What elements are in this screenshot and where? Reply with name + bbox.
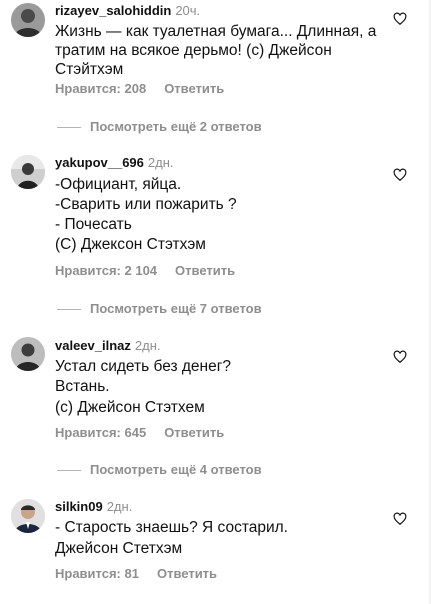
heart-outline-icon[interactable]: [393, 350, 407, 364]
comment-text-line: Устал сидеть без денег?: [55, 358, 232, 375]
comment-text-line: - Почесать: [55, 216, 132, 233]
avatar[interactable]: [11, 3, 45, 37]
username[interactable]: rizayev_salohiddin: [55, 3, 171, 18]
comment-text-line: тратим на всякое дерьмо! (с) Джейсон: [55, 42, 332, 59]
comment-meta: yakupov__696 2дн.: [55, 155, 174, 171]
reply-button[interactable]: Ответить: [157, 566, 217, 581]
view-replies-label: Посмотреть ещё 4 ответов: [90, 462, 262, 477]
comment-actions: Нравится: 2 104 Ответить: [55, 263, 235, 278]
avatar-man-icon: [11, 3, 45, 37]
avatar-person-icon: [11, 155, 45, 189]
divider: [57, 127, 81, 129]
likes-count[interactable]: Нравится: 645: [55, 425, 146, 440]
timestamp: 2дн.: [106, 499, 133, 514]
comment-text-line: Встань.: [55, 378, 110, 395]
comment-text-line: Стэйтхэм: [55, 61, 124, 78]
view-replies-label: Посмотреть ещё 7 ответов: [90, 301, 262, 316]
divider: [57, 309, 81, 311]
reply-button[interactable]: Ответить: [164, 425, 224, 440]
view-replies-label: Посмотреть ещё 2 ответов: [90, 119, 262, 134]
view-replies-button[interactable]: Посмотреть ещё 4 ответов: [57, 462, 262, 477]
timestamp: 2дн.: [134, 338, 161, 353]
comment-text-line: (С) Джексон Стэтхэм: [55, 236, 206, 253]
comment-meta: rizayev_salohiddin 20ч.: [55, 3, 200, 19]
heart-outline-icon[interactable]: [393, 168, 407, 182]
comment-text-line: Жизнь — как туалетная бумага... Длинная,…: [55, 23, 377, 40]
username[interactable]: yakupov__696: [55, 155, 144, 170]
likes-count[interactable]: Нравится: 81: [55, 566, 139, 581]
view-replies-button[interactable]: Посмотреть ещё 2 ответов: [57, 119, 262, 134]
heart-outline-icon[interactable]: [393, 12, 407, 26]
divider: [57, 470, 81, 472]
avatar-man-suit-icon: [11, 499, 45, 533]
reply-button[interactable]: Ответить: [175, 263, 235, 278]
comment-text-line: -Сварить или пожарить ?: [55, 196, 237, 213]
username[interactable]: silkin09: [55, 499, 103, 514]
comment-actions: Нравится: 208 Ответить: [55, 81, 224, 96]
view-replies-button[interactable]: Посмотреть ещё 7 ответов: [57, 301, 262, 316]
comment-meta: valeev_ilnaz 2дн.: [55, 338, 161, 354]
avatar[interactable]: [11, 155, 45, 189]
avatar[interactable]: [11, 499, 45, 533]
comment-text-line: - Старость знаешь? Я состарил.: [55, 519, 288, 536]
comment-actions: Нравится: 81 Ответить: [55, 566, 217, 581]
likes-count[interactable]: Нравится: 2 104: [55, 263, 157, 278]
comment-text-line: -Официант, яйца.: [55, 176, 182, 193]
reply-button[interactable]: Ответить: [164, 81, 224, 96]
username[interactable]: valeev_ilnaz: [55, 338, 131, 353]
comment-actions: Нравится: 645 Ответить: [55, 425, 224, 440]
comment-meta: silkin09 2дн.: [55, 499, 132, 515]
timestamp: 20ч.: [175, 3, 201, 18]
likes-count[interactable]: Нравится: 208: [55, 81, 146, 96]
avatar[interactable]: [11, 337, 45, 371]
avatar-man-icon: [11, 337, 45, 371]
timestamp: 2дн.: [147, 155, 174, 170]
comment-text-line: Джейсон Стетхэм: [55, 540, 183, 557]
comment-text-line: (с) Джейсон Стэтхем: [55, 399, 205, 416]
heart-outline-icon[interactable]: [393, 512, 407, 526]
